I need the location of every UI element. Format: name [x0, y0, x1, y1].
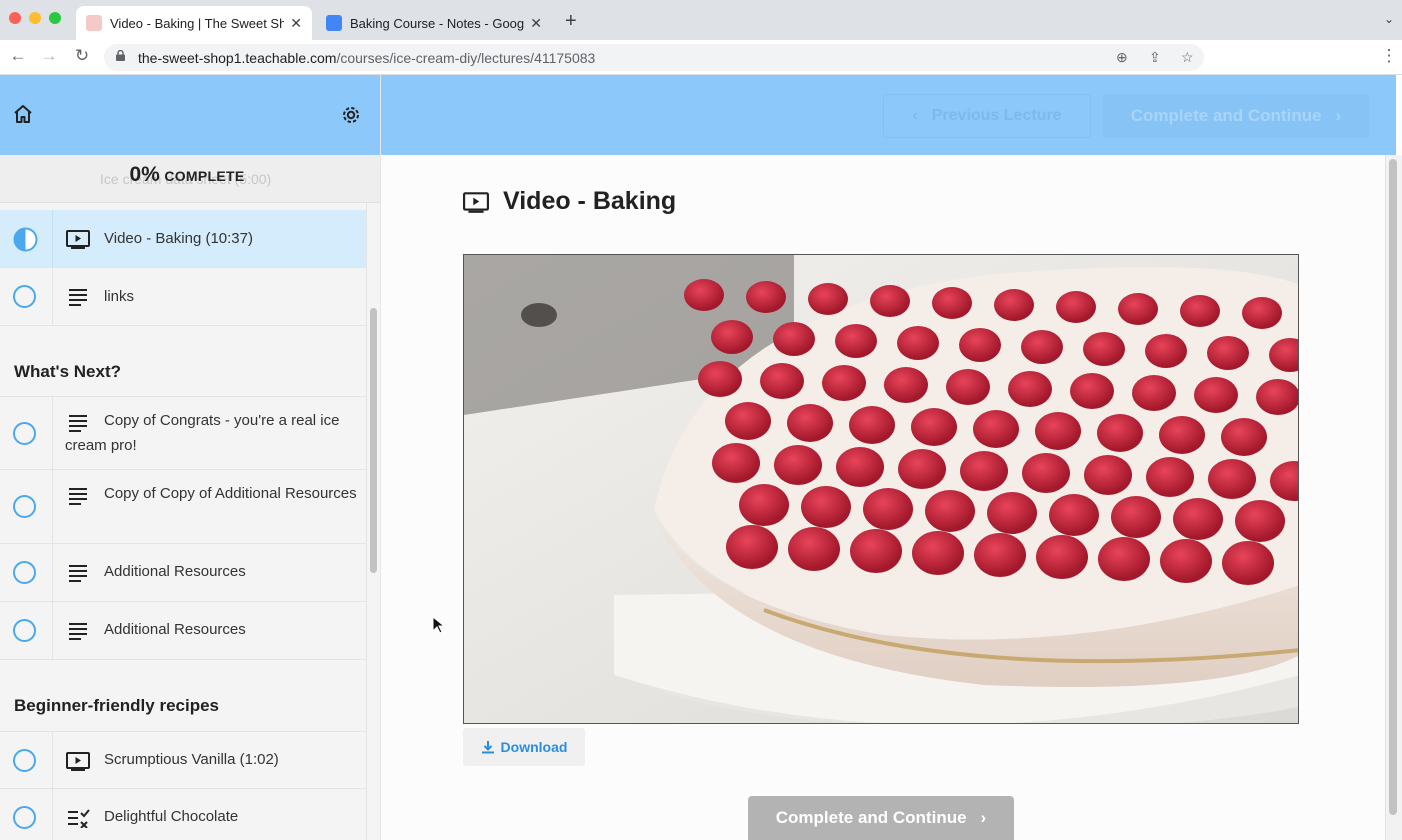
sidebar-scroll-thumb[interactable] — [370, 308, 377, 573]
incomplete-status-icon — [13, 619, 36, 642]
lecture-heading: Video - Baking — [463, 187, 676, 216]
sidebar-scrollbar[interactable] — [366, 203, 380, 840]
text-icon — [69, 289, 87, 306]
quiz-icon — [68, 809, 90, 828]
reload-icon[interactable]: ↻ — [71, 46, 93, 66]
chevron-left-icon: ‹ — [912, 107, 918, 124]
sidebar-item-label: Video - Baking (10:37) — [104, 230, 253, 247]
progress-percent: 0% — [129, 163, 160, 186]
lecture-title: Video - Baking — [503, 187, 677, 215]
sidebar-item-video-baking[interactable]: Video - Baking (10:37) — [0, 210, 366, 268]
sidebar-item-congrats[interactable]: Copy of Congrats - you're a real ice cre… — [0, 396, 366, 470]
sidebar-item-copy-resources[interactable]: Copy of Copy of Additional Resources — [0, 470, 366, 544]
close-tab-icon[interactable]: ✕ — [290, 15, 302, 32]
progress-label: 0% COMPLETE — [0, 163, 374, 187]
video-icon — [463, 191, 489, 213]
lecture-nav-bar: ‹ Previous Lecture Complete and Continue… — [381, 75, 1396, 155]
sidebar-item-links[interactable]: links — [0, 268, 366, 326]
lecture-video[interactable] — [463, 254, 1299, 724]
cupcake-favicon-icon — [86, 15, 102, 31]
zoom-icon[interactable]: ⊕ — [1116, 49, 1128, 66]
progress-complete-text: COMPLETE — [164, 168, 245, 184]
half-progress-icon — [13, 227, 38, 252]
previous-lecture-button[interactable]: ‹ Previous Lecture — [883, 94, 1091, 138]
gear-icon[interactable] — [340, 104, 362, 126]
sidebar-item-additional-resources[interactable]: Additional Resources — [0, 544, 366, 602]
sidebar-item-label: Scrumptious Vanilla (1:02) — [104, 751, 279, 768]
download-button[interactable]: Download — [463, 728, 585, 766]
close-tab-icon[interactable]: ✕ — [530, 15, 542, 32]
forward-arrow-icon[interactable]: → — [38, 46, 60, 66]
sidebar-item-label: Delightful Chocolate — [104, 808, 239, 825]
browser-tab-video-baking[interactable]: Video - Baking | The Sweet Sh ✕ — [76, 6, 312, 40]
tab-search-chevron-icon[interactable]: ⌄ — [1384, 12, 1394, 26]
complete-continue-button[interactable]: Complete and Continue › — [748, 796, 1014, 840]
course-progress: Ice cream data sheet (5:00) 0% COMPLETE — [0, 155, 380, 203]
video-icon — [66, 230, 90, 249]
url-text: the-sweet-shop1.teachable.com/courses/ic… — [138, 50, 596, 66]
text-icon — [69, 623, 87, 640]
sidebar-item-scrumptious-vanilla[interactable]: Scrumptious Vanilla (1:02) — [0, 731, 366, 789]
sidebar-item-additional-resources[interactable]: Additional Resources — [0, 602, 366, 660]
incomplete-status-icon — [13, 495, 36, 518]
download-label: Download — [500, 739, 568, 755]
video-icon — [66, 752, 90, 771]
share-icon[interactable]: ⇪ — [1149, 49, 1161, 66]
incomplete-status-icon — [13, 422, 36, 445]
section-header: What's Next? — [0, 326, 366, 396]
sidebar-header — [0, 75, 380, 155]
sidebar-item-delightful-chocolate[interactable]: Delightful Chocolate — [0, 789, 366, 840]
chevron-right-icon: › — [980, 808, 987, 827]
google-docs-favicon-icon — [326, 15, 342, 31]
raspberry-cake-image — [464, 255, 1298, 723]
course-sidebar: Ice cream data sheet (5:00) 0% COMPLETE … — [0, 75, 381, 840]
main-scrollbar[interactable] — [1385, 155, 1402, 840]
mouse-cursor-icon — [432, 616, 444, 634]
header-complete-continue-button[interactable]: Complete and Continue › — [1103, 94, 1369, 138]
sidebar-item-label: Additional Resources — [104, 621, 246, 638]
complete-continue-label: Complete and Continue — [775, 808, 967, 827]
close-window-button[interactable] — [9, 12, 21, 24]
back-arrow-icon[interactable]: ← — [7, 46, 29, 66]
complete-continue-label: Complete and Continue — [1130, 106, 1322, 125]
new-tab-icon[interactable]: + — [565, 10, 577, 33]
maximize-window-button[interactable] — [49, 12, 61, 24]
sidebar-item-label: Additional Resources — [104, 563, 246, 580]
text-icon — [69, 565, 87, 582]
main-scroll-thumb[interactable] — [1389, 159, 1397, 815]
sidebar-item-label: links — [104, 288, 135, 305]
section-header: Beginner-friendly recipes — [0, 660, 366, 731]
chevron-right-icon: › — [1335, 106, 1342, 125]
browser-toolbar: ← → ↻ the-sweet-shop1.teachable.com/cour… — [0, 40, 1402, 106]
browser-tab-notes[interactable]: Baking Course - Notes - Googl ✕ — [316, 6, 552, 40]
tab-title: Baking Course - Notes - Googl — [350, 15, 525, 31]
download-icon — [481, 741, 494, 754]
tab-title: Video - Baking | The Sweet Sh — [110, 15, 285, 31]
sidebar-item-label: Copy of Congrats - you're a real ice cre… — [65, 412, 340, 454]
bookmark-star-icon[interactable]: ☆ — [1181, 49, 1194, 66]
section-title: Beginner-friendly recipes — [14, 696, 220, 715]
browser-menu-icon[interactable]: ⋮ — [1378, 46, 1400, 66]
incomplete-status-icon — [13, 285, 36, 308]
lock-icon — [116, 50, 125, 61]
address-bar[interactable]: the-sweet-shop1.teachable.com/courses/ic… — [104, 44, 1204, 71]
sidebar-item-label: Copy of Copy of Additional Resources — [104, 485, 357, 502]
incomplete-status-icon — [13, 561, 36, 584]
minimize-window-button[interactable] — [29, 12, 41, 24]
previous-lecture-label: Previous Lecture — [931, 107, 1062, 124]
home-icon[interactable] — [12, 103, 34, 125]
incomplete-status-icon — [13, 806, 36, 829]
section-title: What's Next? — [14, 362, 121, 381]
incomplete-status-icon — [13, 749, 36, 772]
lecture-content: Video - Baking Download Complete and Con… — [381, 155, 1385, 840]
browser-tab-strip: Video - Baking | The Sweet Sh ✕ Baking C… — [0, 0, 1402, 40]
